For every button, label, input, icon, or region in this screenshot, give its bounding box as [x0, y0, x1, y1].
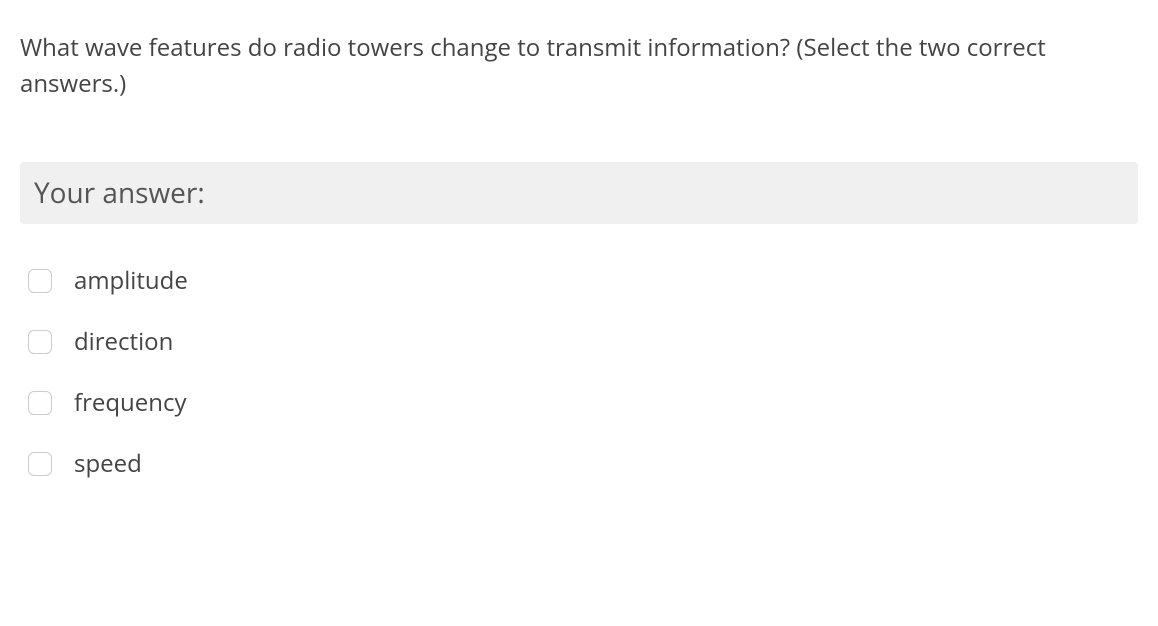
checkbox-amplitude[interactable]	[28, 269, 52, 293]
option-row[interactable]: frequency	[28, 386, 1138, 419]
answer-header: Your answer:	[20, 162, 1138, 224]
option-label: direction	[74, 325, 173, 358]
option-label: amplitude	[74, 264, 188, 297]
question-container: What wave features do radio towers chang…	[0, 0, 1158, 500]
option-row[interactable]: amplitude	[28, 264, 1138, 297]
option-row[interactable]: direction	[28, 325, 1138, 358]
option-row[interactable]: speed	[28, 447, 1138, 480]
checkbox-direction[interactable]	[28, 330, 52, 354]
checkbox-frequency[interactable]	[28, 391, 52, 415]
question-text: What wave features do radio towers chang…	[20, 30, 1138, 102]
checkbox-speed[interactable]	[28, 452, 52, 476]
answer-header-label: Your answer:	[34, 174, 1124, 212]
option-label: frequency	[74, 386, 186, 419]
option-label: speed	[74, 447, 142, 480]
options-list: amplitude direction frequency speed	[20, 264, 1138, 480]
